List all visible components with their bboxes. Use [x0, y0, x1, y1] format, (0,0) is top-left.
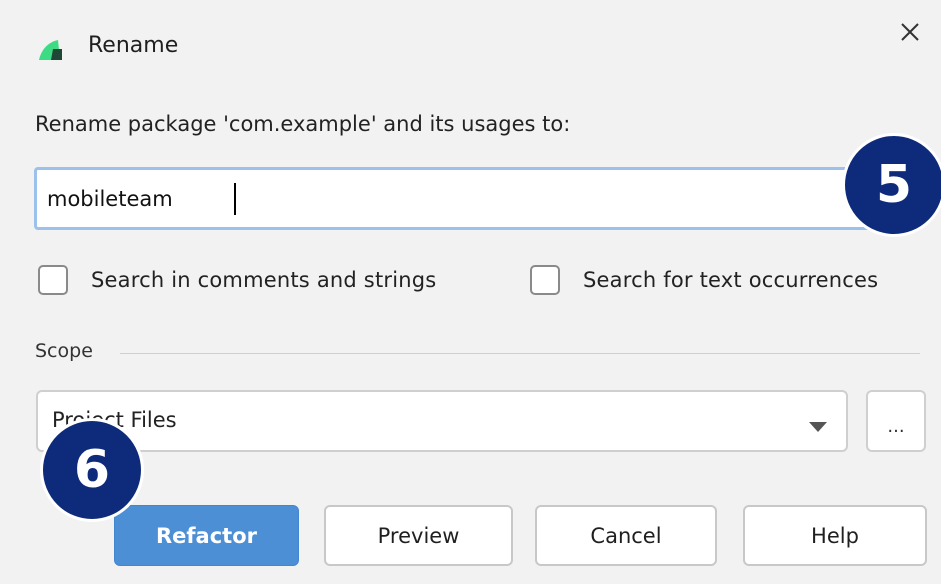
- text-caret: [234, 183, 236, 215]
- rename-prompt-label: Rename package 'com.example' and its usa…: [35, 112, 571, 136]
- title-bar: Rename: [0, 0, 941, 90]
- dialog-title: Rename: [88, 33, 179, 58]
- new-name-input[interactable]: [37, 170, 911, 227]
- search-text-checkbox[interactable]: [530, 265, 560, 295]
- scope-separator: [120, 353, 920, 354]
- more-label: ...: [887, 416, 905, 437]
- new-name-field[interactable]: [34, 167, 914, 230]
- search-comments-option[interactable]: Search in comments and strings: [38, 262, 436, 298]
- search-text-option[interactable]: Search for text occurrences: [530, 262, 878, 298]
- scope-more-button[interactable]: ...: [866, 390, 926, 452]
- scope-dropdown[interactable]: Project Files: [36, 390, 848, 452]
- cancel-button[interactable]: Cancel: [535, 505, 717, 566]
- chevron-down-icon: [808, 418, 828, 437]
- search-text-label: Search for text occurrences: [583, 268, 879, 292]
- step-badge-6: 6: [40, 418, 144, 522]
- preview-button[interactable]: Preview: [324, 505, 513, 566]
- rename-dialog: Rename Rename package 'com.example' and …: [0, 0, 941, 584]
- step-badge-5: 5: [842, 133, 941, 237]
- android-studio-icon: [38, 38, 64, 62]
- close-icon: [899, 21, 921, 47]
- search-comments-label: Search in comments and strings: [91, 268, 437, 292]
- close-button[interactable]: [890, 16, 930, 52]
- refactor-button[interactable]: Refactor: [114, 505, 299, 566]
- search-comments-checkbox[interactable]: [38, 265, 68, 295]
- scope-section-label: Scope: [35, 340, 93, 362]
- help-button[interactable]: Help: [743, 505, 927, 566]
